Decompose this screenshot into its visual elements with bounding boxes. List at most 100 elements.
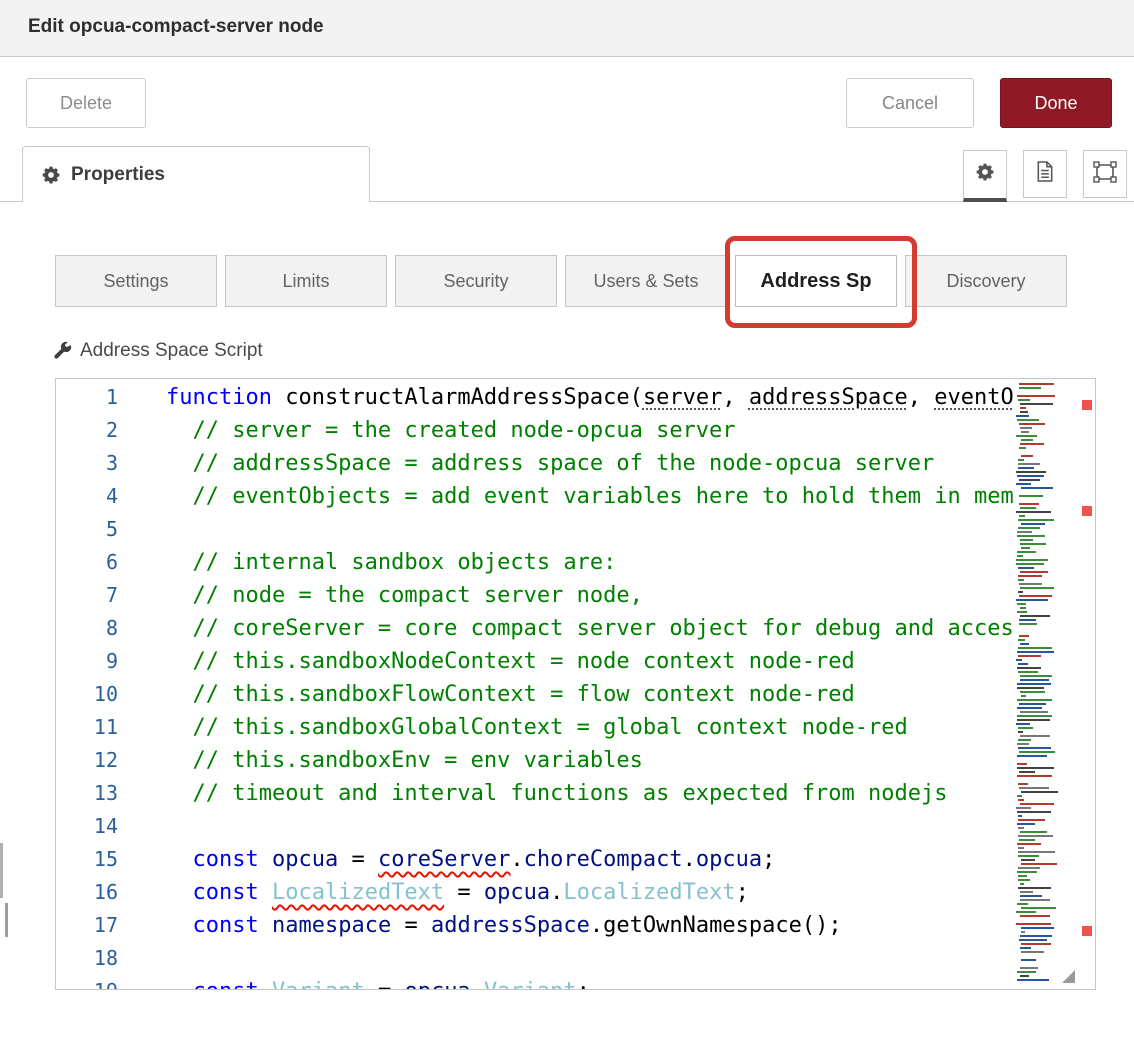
line-number: 3: [56, 447, 154, 480]
minimap-line: [1018, 671, 1038, 673]
code-token: ();: [802, 913, 842, 938]
minimap-line: [1018, 579, 1024, 581]
tab-security[interactable]: Security: [395, 255, 557, 307]
minimap-line: [1017, 603, 1027, 605]
cancel-button[interactable]: Cancel: [846, 78, 974, 128]
minimap-line: [1020, 935, 1052, 937]
minimap-line: [1020, 539, 1033, 541]
tab-address-space[interactable]: Address Sp: [735, 255, 897, 307]
minimap[interactable]: [1014, 381, 1062, 987]
tab-users-sets[interactable]: Users & Sets: [565, 255, 727, 307]
minimap-line: [1017, 395, 1055, 397]
code-token: eventO: [934, 385, 1013, 410]
delete-button[interactable]: Delete: [26, 78, 146, 128]
minimap-line: [1018, 731, 1024, 733]
code-line[interactable]: // addressSpace = address space of the n…: [166, 447, 1079, 480]
code-token: // this.sandboxEnv = env variables: [166, 748, 643, 773]
minimap-line: [1017, 707, 1042, 709]
minimap-line: [1016, 511, 1051, 513]
minimap-line: [1019, 619, 1036, 621]
code-line[interactable]: // this.sandboxFlowContext = flow contex…: [166, 678, 1079, 711]
code-token: ;: [762, 847, 775, 872]
minimap-line: [1020, 691, 1045, 693]
resize-grip[interactable]: [1062, 970, 1075, 983]
line-number: 2: [56, 414, 154, 447]
minimap-line: [1021, 931, 1025, 933]
code-line[interactable]: // timeout and interval functions as exp…: [166, 777, 1079, 810]
line-number: 10: [56, 678, 154, 711]
code-token: const: [193, 979, 259, 990]
code-token: .: [550, 880, 563, 905]
code-line[interactable]: const namespace = addressSpace.getOwnNam…: [166, 909, 1079, 942]
minimap-line: [1018, 591, 1023, 593]
editor-tab-properties-button[interactable]: [963, 150, 1007, 202]
code-line[interactable]: const Variant = opcua.Variant;: [166, 975, 1079, 990]
code-line[interactable]: // coreServer = core compact server obje…: [166, 612, 1079, 645]
code-line[interactable]: [166, 513, 1079, 546]
code-line[interactable]: // node = the compact server node,: [166, 579, 1079, 612]
editor-gutter: 12345678910111213141516171819: [56, 381, 154, 990]
minimap-line: [1017, 843, 1041, 845]
code-token: // timeout and interval functions as exp…: [166, 781, 947, 806]
code-line[interactable]: // eventObjects = add event variables he…: [166, 480, 1079, 513]
minimap-line: [1018, 727, 1034, 729]
minimap-line: [1016, 659, 1022, 661]
minimap-line: [1021, 439, 1033, 441]
minimap-line: [1018, 819, 1045, 821]
tab-label: Limits: [282, 271, 329, 292]
page-scrollbar[interactable]: [0, 843, 3, 898]
code-line[interactable]: [166, 810, 1079, 843]
minimap-line: [1021, 547, 1031, 549]
tab-discovery[interactable]: Discovery: [905, 255, 1067, 307]
minimap-line: [1016, 563, 1044, 565]
code-line[interactable]: // internal sandbox objects are:: [166, 546, 1079, 579]
minimap-line: [1019, 479, 1040, 481]
tab-properties[interactable]: Properties: [22, 146, 370, 202]
minimap-line: [1019, 495, 1043, 497]
minimap-line: [1018, 519, 1054, 521]
tab-limits[interactable]: Limits: [225, 255, 387, 307]
minimap-line: [1020, 615, 1049, 617]
minimap-line: [1021, 959, 1036, 961]
minimap-line: [1016, 599, 1048, 601]
code-line[interactable]: const opcua = coreServer.choreCompact.op…: [166, 843, 1079, 876]
minimap-line: [1018, 815, 1022, 817]
code-line[interactable]: [166, 942, 1079, 975]
minimap-line: [1018, 467, 1034, 469]
minimap-line: [1018, 567, 1035, 569]
minimap-line: [1016, 923, 1051, 925]
line-number: 7: [56, 579, 154, 612]
error-marker: [1082, 400, 1092, 410]
minimap-line: [1021, 455, 1033, 457]
code-token: // addressSpace = address space of the n…: [166, 451, 934, 476]
error-marker: [1082, 926, 1092, 936]
code-line[interactable]: // this.sandboxEnv = env variables: [166, 744, 1079, 777]
code-token: // internal sandbox objects are:: [166, 550, 616, 575]
editor-tab-description-button[interactable]: [1023, 150, 1067, 198]
line-number: 16: [56, 876, 154, 909]
code-token: // server = the created node-opcua serve…: [166, 418, 736, 443]
file-icon: [1036, 161, 1054, 187]
done-button[interactable]: Done: [1000, 78, 1112, 128]
code-line[interactable]: function constructAlarmAddressSpace(serv…: [166, 381, 1079, 414]
minimap-line: [1021, 523, 1046, 525]
minimap-line: [1021, 927, 1055, 929]
code-line[interactable]: const LocalizedText = opcua.LocalizedTex…: [166, 876, 1079, 909]
wrench-icon: [52, 341, 72, 361]
page-scrollbar[interactable]: [5, 903, 8, 937]
code-line[interactable]: // this.sandboxNodeContext = node contex…: [166, 645, 1079, 678]
line-number: 15: [56, 843, 154, 876]
editor-tab-appearance-button[interactable]: [1083, 150, 1127, 198]
code-line[interactable]: // server = the created node-opcua serve…: [166, 414, 1079, 447]
line-number: 6: [56, 546, 154, 579]
code-editor[interactable]: 12345678910111213141516171819 function c…: [55, 378, 1096, 990]
minimap-line: [1017, 683, 1052, 685]
tab-label: Discovery: [946, 271, 1025, 292]
tab-settings[interactable]: Settings: [55, 255, 217, 307]
minimap-line: [1019, 515, 1025, 517]
code-token: opcua: [404, 979, 470, 990]
minimap-line: [1018, 851, 1056, 853]
minimap-line: [1017, 719, 1050, 721]
minimap-line: [1018, 639, 1025, 641]
code-line[interactable]: // this.sandboxGlobalContext = global co…: [166, 711, 1079, 744]
